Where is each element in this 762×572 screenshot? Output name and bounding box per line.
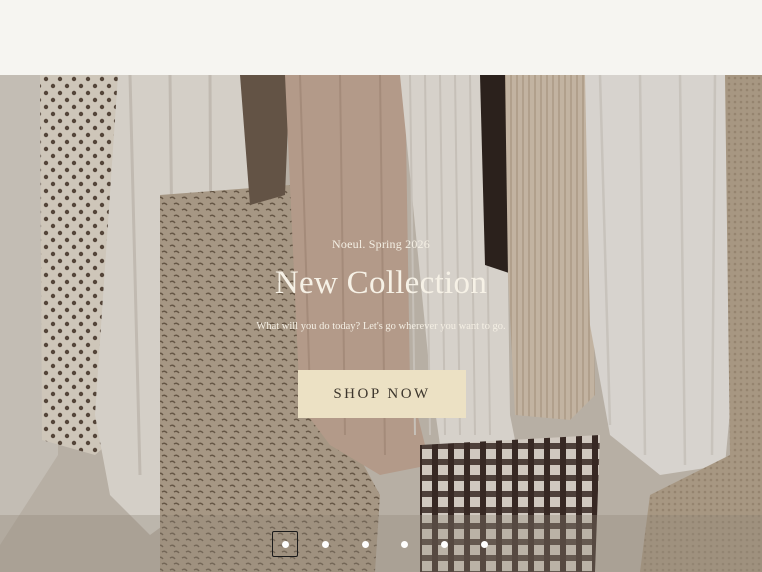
- dot-icon: [441, 541, 448, 548]
- slide-dot-1[interactable]: [272, 531, 298, 557]
- hero-headline: New Collection: [274, 265, 488, 301]
- slide-dot-6[interactable]: [471, 531, 497, 557]
- slide-dot-2[interactable]: [312, 531, 338, 557]
- slide-dot-3[interactable]: [352, 531, 378, 557]
- slider-pagination: [0, 531, 762, 557]
- hero-banner: Noeul. Spring 2026 New Collection What w…: [0, 75, 762, 572]
- site-header: [0, 0, 762, 75]
- slide-dot-4[interactable]: [391, 531, 417, 557]
- dot-icon: [362, 541, 369, 548]
- dot-icon: [401, 541, 408, 548]
- hero-subline: What will you do today? Let's go whereve…: [256, 321, 506, 332]
- hero-eyebrow: Noeul. Spring 2026: [332, 237, 430, 251]
- dot-icon: [481, 541, 488, 548]
- slide-dot-5[interactable]: [431, 531, 457, 557]
- shop-now-button[interactable]: SHOP NOW: [298, 370, 466, 418]
- dot-icon: [281, 540, 289, 548]
- dot-icon: [322, 541, 329, 548]
